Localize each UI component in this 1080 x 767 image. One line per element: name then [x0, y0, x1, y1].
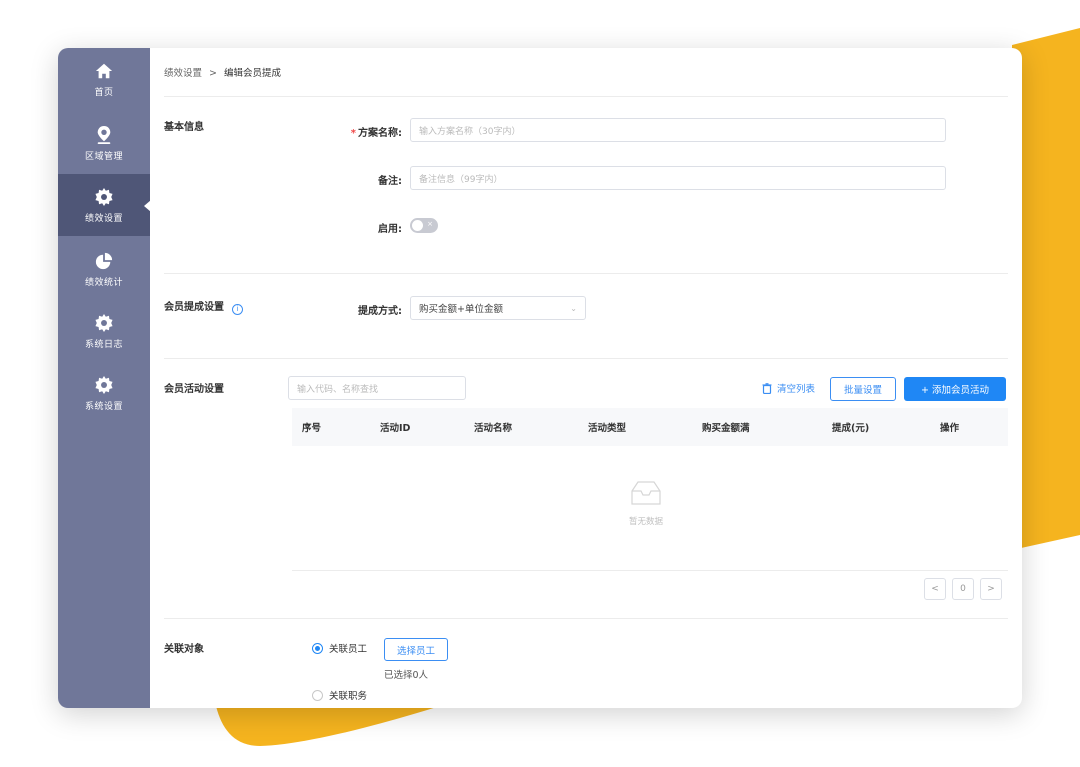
app-window: 首页 区域管理 绩效设置 绩效统计 系统日志 系统设置 绩效设置 > 编辑会员提…	[58, 48, 1022, 708]
remark-input[interactable]: 备注信息（99字内）	[410, 166, 946, 190]
chevron-down-icon: ⌄	[570, 303, 577, 313]
breadcrumb-current: 编辑会员提成	[224, 68, 282, 79]
location-pin-icon	[93, 124, 115, 146]
pagination-next-button[interactable]: >	[980, 578, 1002, 600]
gear-icon	[93, 374, 115, 396]
toggle-knob	[412, 220, 423, 231]
sidebar-item-label: 系统设置	[84, 402, 123, 412]
pie-chart-icon	[93, 250, 115, 272]
radio-relate-staff[interactable]: 关联员工	[312, 641, 367, 655]
activity-search-input[interactable]: 输入代码、名称查找	[288, 376, 466, 400]
sidebar: 首页 区域管理 绩效设置 绩效统计 系统日志 系统设置	[58, 48, 151, 708]
sidebar-item-label: 区域管理	[84, 152, 123, 162]
selected-count: 已选择0人	[384, 670, 429, 681]
sidebar-item-label: 绩效设置	[84, 214, 123, 224]
sidebar-item-region[interactable]: 区域管理	[58, 112, 150, 174]
section-title-commission: 会员提成设置 i	[164, 298, 243, 315]
pagination-prev-button[interactable]: <	[924, 578, 946, 600]
sidebar-item-label: 首页	[94, 88, 114, 98]
radio-relate-position[interactable]: 关联职务	[312, 688, 367, 702]
column-header: 活动名称	[474, 423, 513, 434]
divider	[164, 96, 1008, 97]
radio-button[interactable]	[312, 642, 323, 654]
enable-toggle[interactable]: ×	[410, 218, 438, 233]
column-header: 序号	[302, 423, 322, 434]
plan-name-label: * 方案名称:	[350, 128, 402, 139]
section-title-relation: 关联对象	[164, 644, 204, 655]
divider	[292, 570, 1008, 571]
toggle-off-icon: ×	[427, 220, 433, 228]
sidebar-item-home[interactable]: 首页	[58, 48, 150, 110]
divider	[164, 273, 1008, 274]
sidebar-item-performance-stats[interactable]: 绩效统计	[58, 238, 150, 300]
empty-box-icon	[631, 481, 661, 505]
gear-icon	[93, 186, 115, 208]
sidebar-item-performance-settings[interactable]: 绩效设置	[58, 174, 151, 236]
commission-method-select[interactable]: 购买金额+单位金额 ⌄	[410, 296, 586, 320]
remark-label: 备注:	[378, 176, 402, 187]
column-header: 提成(元)	[832, 423, 870, 434]
main-content: 绩效设置 > 编辑会员提成 基本信息 * 方案名称: 输入方案名称（30字内） 备…	[150, 48, 1022, 708]
commission-method-label: 提成方式:	[358, 306, 402, 317]
activity-table-header: 序号 活动ID 活动名称 活动类型 购买金额满 提成(元) 操作	[292, 408, 1008, 446]
sidebar-item-system-log[interactable]: 系统日志	[58, 300, 150, 362]
breadcrumb-parent[interactable]: 绩效设置	[164, 68, 202, 79]
plan-name-input[interactable]: 输入方案名称（30字内）	[410, 118, 946, 142]
divider	[164, 618, 1008, 619]
radio-button[interactable]	[312, 689, 323, 701]
empty-state: 暂无数据	[608, 480, 684, 527]
column-header: 操作	[940, 423, 960, 434]
sidebar-item-system-settings[interactable]: 系统设置	[58, 362, 150, 424]
divider	[164, 358, 1008, 359]
clear-list-button[interactable]: 清空列表	[762, 381, 815, 395]
home-icon	[93, 60, 115, 82]
section-title-basic-info: 基本信息	[164, 122, 204, 133]
column-header: 活动ID	[380, 423, 411, 434]
column-header: 活动类型	[588, 423, 627, 434]
sidebar-item-label: 系统日志	[84, 340, 123, 350]
batch-settings-button[interactable]: 批量设置	[830, 377, 896, 401]
add-member-activity-button[interactable]: + 添加会员活动	[904, 377, 1006, 401]
gear-icon	[93, 312, 115, 334]
pagination-page-input[interactable]: 0	[952, 578, 974, 600]
column-header: 购买金额满	[702, 423, 750, 434]
trash-icon	[762, 382, 772, 394]
section-title-activity: 会员活动设置	[164, 384, 224, 395]
info-icon[interactable]: i	[232, 304, 243, 315]
select-staff-button[interactable]: 选择员工	[384, 638, 448, 661]
breadcrumb: 绩效设置 > 编辑会员提成	[164, 65, 281, 79]
sidebar-item-label: 绩效统计	[84, 278, 123, 288]
breadcrumb-separator: >	[209, 68, 218, 79]
enable-label: 启用:	[378, 224, 402, 235]
